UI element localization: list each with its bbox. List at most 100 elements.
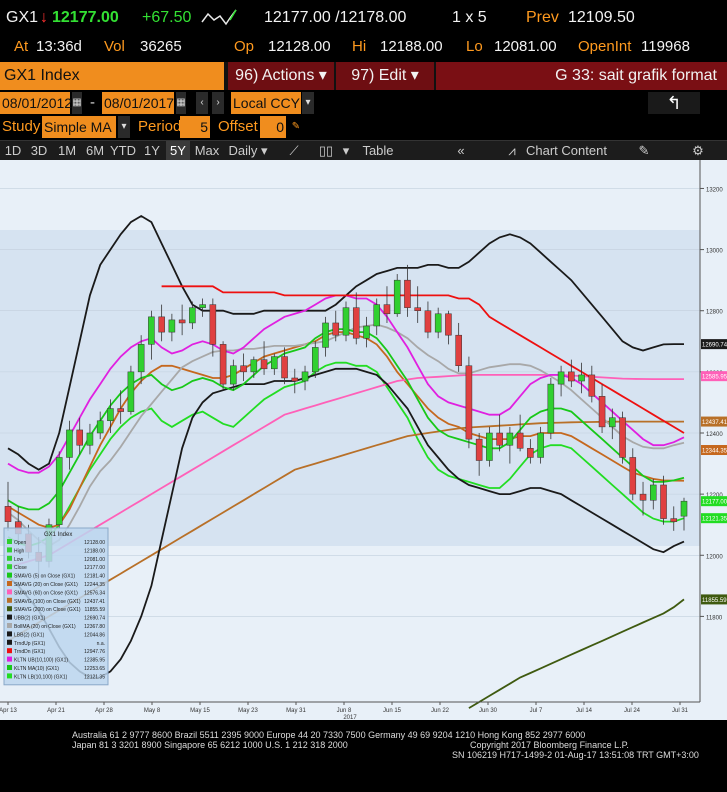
annotate-icon[interactable]: ✎ [632, 141, 656, 161]
last-value-label: 12344.35 [702, 449, 727, 455]
x-tick-label: Jul 24 [624, 708, 641, 714]
chevron-right-icon[interactable]: › [212, 92, 224, 114]
tab-1y[interactable]: 1Y [140, 141, 164, 161]
legend-swatch [7, 673, 12, 679]
legend-value: 12437.41 [84, 599, 105, 605]
currency-select[interactable]: Local CCY [231, 92, 301, 114]
tab-1d[interactable]: 1D [2, 141, 24, 161]
candle-body [455, 334, 462, 367]
legend-name: LBB(2) (GX1) [14, 632, 45, 638]
chevron-left-icon[interactable]: ‹ [196, 92, 208, 114]
table-button[interactable]: Table [358, 141, 398, 161]
candle-body [352, 307, 360, 339]
legend-swatch [7, 564, 12, 570]
legend-value: 12044.86 [84, 632, 105, 638]
chart-svg: 1320013000128001260012400122001200011800… [0, 160, 727, 721]
candle-body [404, 279, 411, 308]
collapse-icon[interactable]: « [446, 141, 476, 161]
legend-swatch [7, 639, 12, 645]
candle-body [301, 371, 309, 382]
legend: GX1 Index Open 12128.00 High 12188.00 Low 1208… [3, 527, 109, 686]
candle-body [649, 484, 657, 501]
tab-ytd[interactable]: YTD [110, 141, 136, 161]
vol-label: Vol [104, 38, 125, 55]
open-value: 12128.00 [268, 38, 331, 55]
candle-body [598, 396, 606, 428]
candle-body [322, 322, 329, 348]
legend-value: 12081.00 [84, 557, 105, 563]
legend-name: SMAVG (100) on Close (GX1) [14, 599, 81, 605]
candle-body [434, 313, 442, 333]
candle-body [342, 307, 350, 336]
period-input[interactable]: 5 [180, 116, 210, 138]
chevron-down-icon[interactable]: ▾ [340, 141, 352, 161]
candle-body [527, 448, 534, 458]
tab-5y[interactable]: 5Y [166, 141, 190, 161]
offset-input[interactable]: 0 [260, 116, 286, 138]
candle-icon[interactable]: ▯▯ [314, 141, 338, 161]
actions-label: 96) Actions [235, 67, 315, 84]
down-arrow-icon: ↓ [40, 9, 48, 26]
legend-value: 12121.35 [84, 674, 105, 680]
y-tick-label: 12000 [706, 554, 723, 560]
candle-body [629, 457, 637, 495]
chart-content-button[interactable]: Chart Content [526, 141, 607, 161]
net-change: +67.50 [142, 9, 192, 26]
candle-body [199, 304, 206, 308]
low-label: Lo [466, 38, 483, 55]
candle-body [557, 371, 565, 385]
legend-value: 12690.74 [84, 616, 105, 622]
date-range-row: 08/01/2012 ▦ - 08/01/2017 ▦ ‹ › Local CC… [0, 92, 727, 114]
start-date-input[interactable]: 08/01/2012 [0, 92, 72, 114]
price-chart[interactable]: 1320013000128001260012400122001200011800… [0, 160, 727, 721]
frequency-select[interactable]: Daily ▾ [224, 141, 272, 161]
legend-value: 12367.80 [84, 624, 105, 630]
calendar-icon[interactable]: ▦ [176, 92, 186, 114]
x-tick-label: Apr 13 [0, 708, 17, 714]
legend-swatch [7, 555, 12, 561]
candle-body [506, 432, 514, 446]
y-tick-label: 13200 [706, 187, 723, 193]
period-label: Period [138, 118, 182, 135]
y-tick-label: 12800 [706, 310, 723, 316]
security-field[interactable]: GX1 Index [0, 62, 224, 90]
tab-1m[interactable]: 1M [54, 141, 80, 161]
page-title: G 33: sait grafik format [436, 62, 727, 90]
candle-body [680, 500, 688, 517]
legend-swatch [7, 614, 12, 620]
chart-content-icon[interactable]: ⩘ [502, 141, 522, 161]
line-chart-icon[interactable]: ⟋ [282, 141, 306, 161]
candle-body [76, 429, 83, 446]
y-axis: 1320013000128001260012400122001200011800… [699, 160, 727, 702]
chevron-down-icon[interactable]: ▾ [302, 92, 314, 114]
candle-body [55, 457, 63, 525]
candle-body [250, 359, 258, 373]
legend-swatch [7, 665, 12, 670]
edit-label: 97) Edit [351, 67, 407, 84]
legend-value: 12128.00 [84, 540, 105, 546]
candle-body [66, 429, 73, 458]
actions-menu[interactable]: 96) Actions ▾ [228, 62, 334, 90]
tab-3d[interactable]: 3D [26, 141, 52, 161]
pencil-icon[interactable]: ✎ [290, 116, 302, 138]
legend-value: 12181.40 [84, 574, 105, 580]
candle-body [127, 371, 135, 412]
candle-body [271, 356, 278, 370]
chevron-down-icon[interactable]: ▾ [118, 116, 130, 138]
edit-menu[interactable]: 97) Edit ▾ [336, 62, 434, 90]
candle-body [86, 432, 94, 446]
legend-value: 12244.35 [84, 582, 105, 588]
legend-name: KLTN UB(10,100) (GX1) [14, 658, 68, 664]
tab-6m[interactable]: 6M [82, 141, 108, 161]
study-select[interactable]: Simple MA [42, 116, 116, 138]
x-tick-label: Jul 31 [672, 708, 689, 714]
legend-swatch [7, 631, 12, 637]
undo-arrow-icon[interactable]: ↰ [648, 92, 700, 114]
candle-body [578, 374, 585, 382]
gear-icon[interactable]: ⚙ [686, 141, 710, 161]
candle-body [168, 319, 176, 333]
end-date-input[interactable]: 08/01/2017 [102, 92, 174, 114]
calendar-icon[interactable]: ▦ [72, 92, 82, 114]
x-axis: Apr 13 Apr 21 Apr 28 May 8 May 15 May 23 May 3… [0, 701, 700, 721]
tab-max[interactable]: Max [192, 141, 222, 161]
